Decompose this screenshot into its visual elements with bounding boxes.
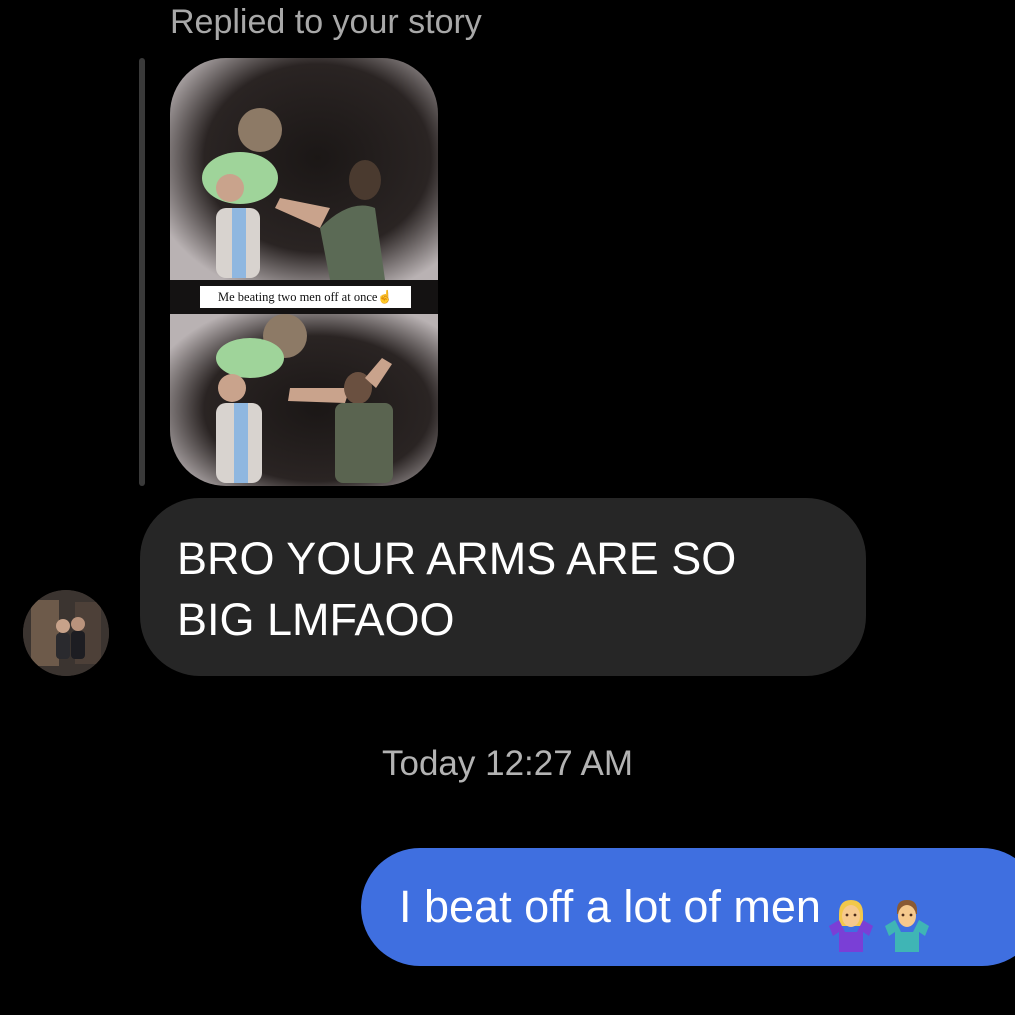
incoming-message-text: BRO YOUR ARMS ARE SO BIG LMFAOO [177, 533, 737, 645]
outgoing-message-text: I beat off a lot of men [399, 881, 821, 932]
avatar-photo [23, 590, 109, 676]
story-image [170, 58, 438, 486]
chat-screen: Replied to your story Me beating two men… [0, 0, 1015, 1015]
story-reply-thumbnail[interactable]: Me beating two men off at once☝️ [170, 58, 438, 486]
incoming-message-bubble[interactable]: BRO YOUR ARMS ARE SO BIG LMFAOO [140, 498, 866, 676]
story-caption: Me beating two men off at once☝️ [200, 286, 411, 308]
man-shrugging-icon [881, 878, 933, 953]
reply-context-label: Replied to your story [170, 3, 482, 41]
outgoing-message-bubble[interactable]: I beat off a lot of men [361, 848, 1015, 966]
message-timestamp: Today 12:27 AM [382, 744, 633, 783]
woman-shrugging-icon [825, 878, 877, 953]
reply-indicator-bar [139, 58, 145, 486]
sender-avatar[interactable] [23, 590, 109, 676]
